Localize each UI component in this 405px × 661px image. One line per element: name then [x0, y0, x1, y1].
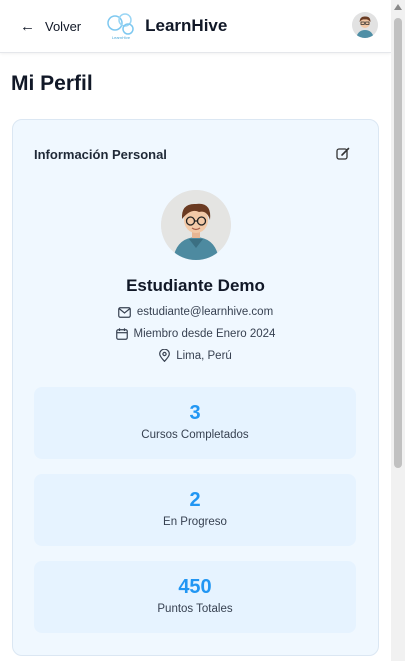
logo-caption: LearnHive: [112, 35, 131, 40]
member-since: Miembro desde Enero 2024: [133, 328, 276, 340]
scroll-up-icon[interactable]: [394, 4, 402, 10]
mail-icon: [117, 306, 131, 318]
scrollbar[interactable]: [391, 0, 405, 661]
back-label: Volver: [45, 18, 82, 34]
brand-name: LearnHive: [145, 16, 228, 35]
top-navbar: ← Volver LearnHive LearnHive: [0, 0, 391, 53]
brand[interactable]: LearnHive LearnHive: [103, 11, 227, 41]
stat-value: 450: [178, 576, 212, 598]
learnhive-logo: LearnHive: [107, 13, 134, 40]
profile-email: estudiante@learnhive.com: [136, 306, 274, 318]
stat-label: En Progreso: [163, 516, 227, 528]
profile-location: Lima, Perú: [176, 349, 232, 362]
profile-avatar: [161, 190, 231, 260]
profile-card: Información Personal Estudiante Demo est…: [12, 119, 379, 656]
member-row: Miembro desde Enero 2024: [13, 328, 378, 340]
stat-label: Puntos Totales: [157, 603, 233, 615]
stat-card-points: 450 Puntos Totales: [34, 561, 356, 633]
profile-name: Estudiante Demo: [126, 276, 265, 295]
stat-value: 2: [189, 489, 201, 511]
calendar-icon: [115, 328, 128, 340]
map-pin-icon: [159, 349, 171, 362]
section-title: Información Personal: [34, 147, 167, 162]
stat-card-in-progress: 2 En Progreso: [34, 474, 356, 546]
email-row: estudiante@learnhive.com: [13, 306, 378, 318]
arrow-left-icon: ←: [20, 17, 35, 35]
stat-card-completed: 3 Cursos Completados: [34, 387, 356, 459]
page-title: Mi Perfil: [11, 72, 93, 95]
edit-icon[interactable]: [336, 147, 350, 161]
stat-value: 3: [189, 402, 201, 424]
avatar[interactable]: [352, 12, 378, 38]
location-row: Lima, Perú: [13, 349, 378, 362]
stat-label: Cursos Completados: [141, 429, 249, 441]
back-button[interactable]: ← Volver: [20, 18, 81, 35]
scrollbar-thumb[interactable]: [394, 18, 402, 468]
